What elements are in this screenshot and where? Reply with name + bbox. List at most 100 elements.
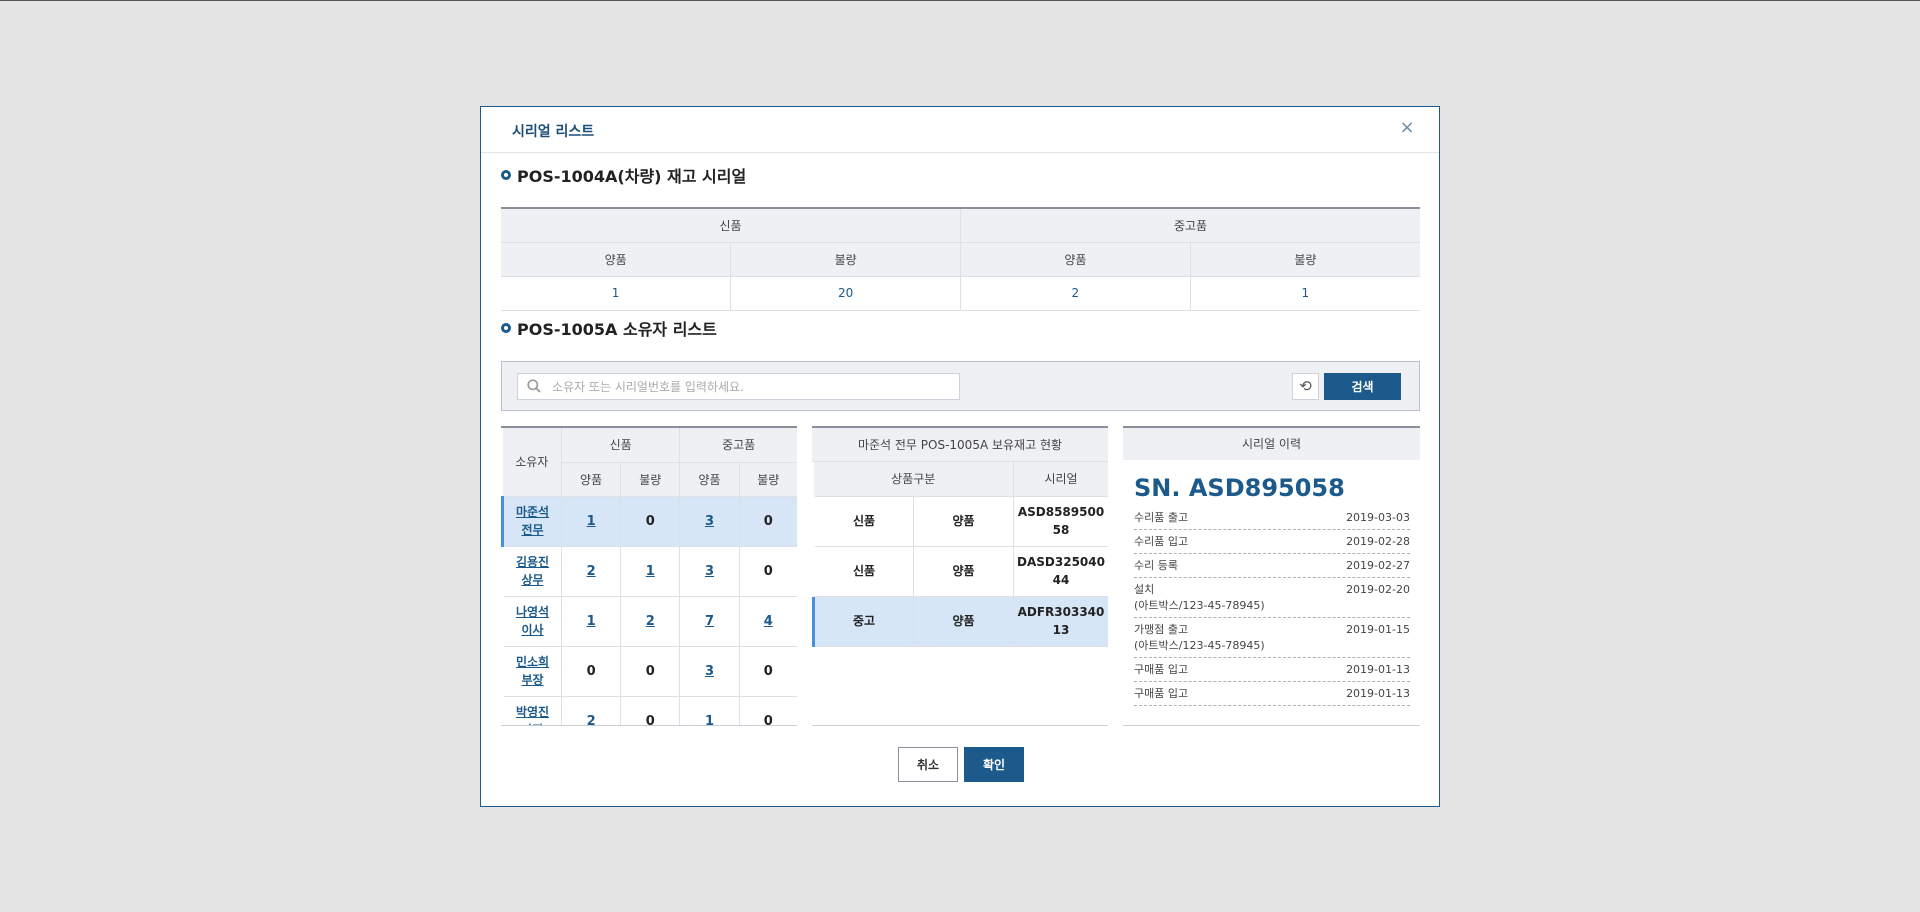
inventory-panel[interactable]: 마준석 전무 POS-1005A 보유재고 현황 상품구분 시리얼 신품 양품 … <box>812 426 1108 726</box>
owner-name-cell[interactable]: 마준석 전무 <box>501 496 562 547</box>
owner-row[interactable]: 민소희 부장 0 0 3 0 <box>502 646 797 697</box>
inventory-type-header: 상품구분 <box>813 462 1014 497</box>
inventory-serial[interactable]: ASD8589500 58 <box>1013 496 1108 547</box>
owner-name[interactable]: 김용진 <box>504 553 561 571</box>
stock-value: 2 <box>960 276 1191 311</box>
stock-value: 1 <box>501 276 731 311</box>
inventory-serial-part: 58 <box>1052 523 1070 537</box>
history-list: 수리품 출고 2019-03-03 수리품 입고 2019-02-28 수리 등… <box>1123 506 1420 706</box>
owner-count-link[interactable]: 2 <box>646 614 655 629</box>
owner-count-cell[interactable]: 2 <box>560 546 621 597</box>
confirm-button[interactable]: 확인 <box>964 747 1024 782</box>
inventory-quality: 양품 <box>913 496 1014 547</box>
owner-count-link[interactable]: 3 <box>705 514 714 529</box>
inventory-quality: 양품 <box>913 546 1014 597</box>
owner-count-cell[interactable]: 2 <box>620 596 680 647</box>
owner-count-cell[interactable]: 1 <box>679 696 740 726</box>
reset-icon[interactable]: ⟲ <box>1292 373 1319 400</box>
history-item: 수리품 입고 2019-02-28 <box>1134 530 1410 554</box>
inventory-serial[interactable]: ADFR303340 13 <box>1013 596 1108 647</box>
owner-count-cell[interactable]: 7 <box>679 596 740 647</box>
owner-count-cell[interactable]: 3 <box>679 496 740 547</box>
owner-count-cell[interactable]: 1 <box>560 496 621 547</box>
owner-count-cell[interactable]: 3 <box>679 646 740 697</box>
owner-count-cell[interactable]: 1 <box>560 596 621 647</box>
history-item: 가맹점 출고 (아트박스/123-45-78945) 2019-01-15 <box>1134 618 1410 658</box>
owner-title[interactable]: 상무 <box>504 571 561 589</box>
search-icon <box>527 379 541 393</box>
owner-name[interactable]: 박영진 <box>504 703 561 721</box>
owner-count-link[interactable]: 1 <box>587 514 596 529</box>
owner-title[interactable]: 부장 <box>504 671 561 689</box>
owner-count-link[interactable]: 3 <box>705 664 714 679</box>
owner-name-cell[interactable]: 민소희 부장 <box>502 646 562 697</box>
history-label: 수리 등록 <box>1134 559 1178 572</box>
owner-name-cell[interactable]: 박영진과장 <box>502 696 562 726</box>
stock-subheader: 양품 <box>501 242 731 277</box>
inventory-row[interactable]: 중고 양품 ADFR303340 13 <box>812 596 1108 647</box>
owner-count-link[interactable]: 3 <box>705 564 714 579</box>
owner-section-title: POS-1005A 소유자 리스트 <box>501 316 717 340</box>
owner-panel-bottom-line <box>501 725 797 726</box>
inventory-serial-part: ADFR303340 <box>1017 605 1105 619</box>
modal-header: 시리얼 리스트 × <box>481 107 1439 153</box>
stock-value: 1 <box>1189 276 1420 311</box>
owner-count-cell: 0 <box>738 546 797 597</box>
owner-list-panel[interactable]: 소유자 신품 중고품 양품 불량 양품 불량 마준석 전무 1 0 3 0 김용진… <box>501 426 797 726</box>
owner-count-cell[interactable]: 2 <box>560 696 621 726</box>
owner-count-cell[interactable]: 3 <box>679 546 740 597</box>
owner-count-cell[interactable]: 1 <box>620 546 680 597</box>
history-date: 2019-02-20 <box>1346 583 1410 596</box>
section-bullet-icon <box>501 323 511 333</box>
cancel-button[interactable]: 취소 <box>898 747 958 782</box>
inventory-serial[interactable]: DASD325040 44 <box>1013 546 1108 597</box>
inventory-panel-bottom-line <box>812 725 1108 726</box>
owner-name-cell[interactable]: 나영석 이사 <box>502 596 562 647</box>
owner-used-header: 중고품 <box>679 428 797 463</box>
history-label: 구매품 입고 <box>1134 663 1189 676</box>
inventory-quality: 양품 <box>913 596 1014 647</box>
inventory-serial-part: DASD325040 <box>1017 555 1105 569</box>
owner-count-link[interactable]: 4 <box>764 614 773 629</box>
stock-group-new: 신품 <box>501 208 961 243</box>
owner-name[interactable]: 나영석 <box>504 603 561 621</box>
owner-count-cell: 0 <box>560 646 621 697</box>
owner-count-link[interactable]: 7 <box>705 614 714 629</box>
owner-row[interactable]: 나영석 이사 1 2 7 4 <box>502 596 797 647</box>
inventory-row[interactable]: 신품 양품 ASD8589500 58 <box>813 496 1108 547</box>
inventory-type: 신품 <box>813 496 914 547</box>
inventory-table: 상품구분 시리얼 신품 양품 ASD8589500 58 신품 양품 DASD32… <box>812 462 1108 647</box>
owner-row[interactable]: 마준석 전무 1 0 3 0 <box>501 496 797 547</box>
inventory-serial-part: 13 <box>1052 623 1070 637</box>
inventory-type: 중고 <box>812 596 914 647</box>
stock-group-used: 중고품 <box>960 208 1420 243</box>
history-date: 2019-02-28 <box>1346 535 1410 548</box>
owner-row[interactable]: 박영진과장 2 0 1 0 <box>502 696 797 726</box>
history-sublabel: (아트박스/123-45-78945) <box>1134 599 1265 612</box>
owner-name-cell[interactable]: 김용진 상무 <box>502 546 562 597</box>
owner-title[interactable]: 전무 <box>504 521 561 539</box>
owner-bad-header: 불량 <box>620 462 680 497</box>
history-date: 2019-01-13 <box>1346 687 1410 700</box>
owner-good-header: 양품 <box>679 462 740 497</box>
close-icon[interactable]: × <box>1398 119 1416 137</box>
owner-count-cell[interactable]: 4 <box>738 596 797 647</box>
history-date: 2019-01-13 <box>1346 663 1410 676</box>
owner-row[interactable]: 김용진 상무 2 1 3 0 <box>502 546 797 597</box>
owner-title[interactable]: 이사 <box>504 621 561 639</box>
owner-count-cell: 0 <box>620 696 680 726</box>
owner-good-header: 양품 <box>560 462 621 497</box>
owner-count-cell: 0 <box>620 646 680 697</box>
owner-name[interactable]: 마준석 <box>504 503 561 521</box>
owner-count-link[interactable]: 1 <box>646 564 655 579</box>
search-button[interactable]: 검색 <box>1324 373 1401 400</box>
search-input[interactable] <box>552 374 952 399</box>
owner-name[interactable]: 민소희 <box>504 653 561 671</box>
serial-history-panel[interactable]: 시리얼 이력 SN. ASD895058 수리품 출고 2019-03-03 수… <box>1123 426 1420 726</box>
owner-count-link[interactable]: 2 <box>587 564 596 579</box>
owner-count-cell: 0 <box>738 696 797 726</box>
inventory-type: 신품 <box>813 546 914 597</box>
history-panel-bottom-line <box>1123 725 1420 726</box>
inventory-row[interactable]: 신품 양품 DASD325040 44 <box>813 546 1108 597</box>
owner-count-link[interactable]: 1 <box>587 614 596 629</box>
